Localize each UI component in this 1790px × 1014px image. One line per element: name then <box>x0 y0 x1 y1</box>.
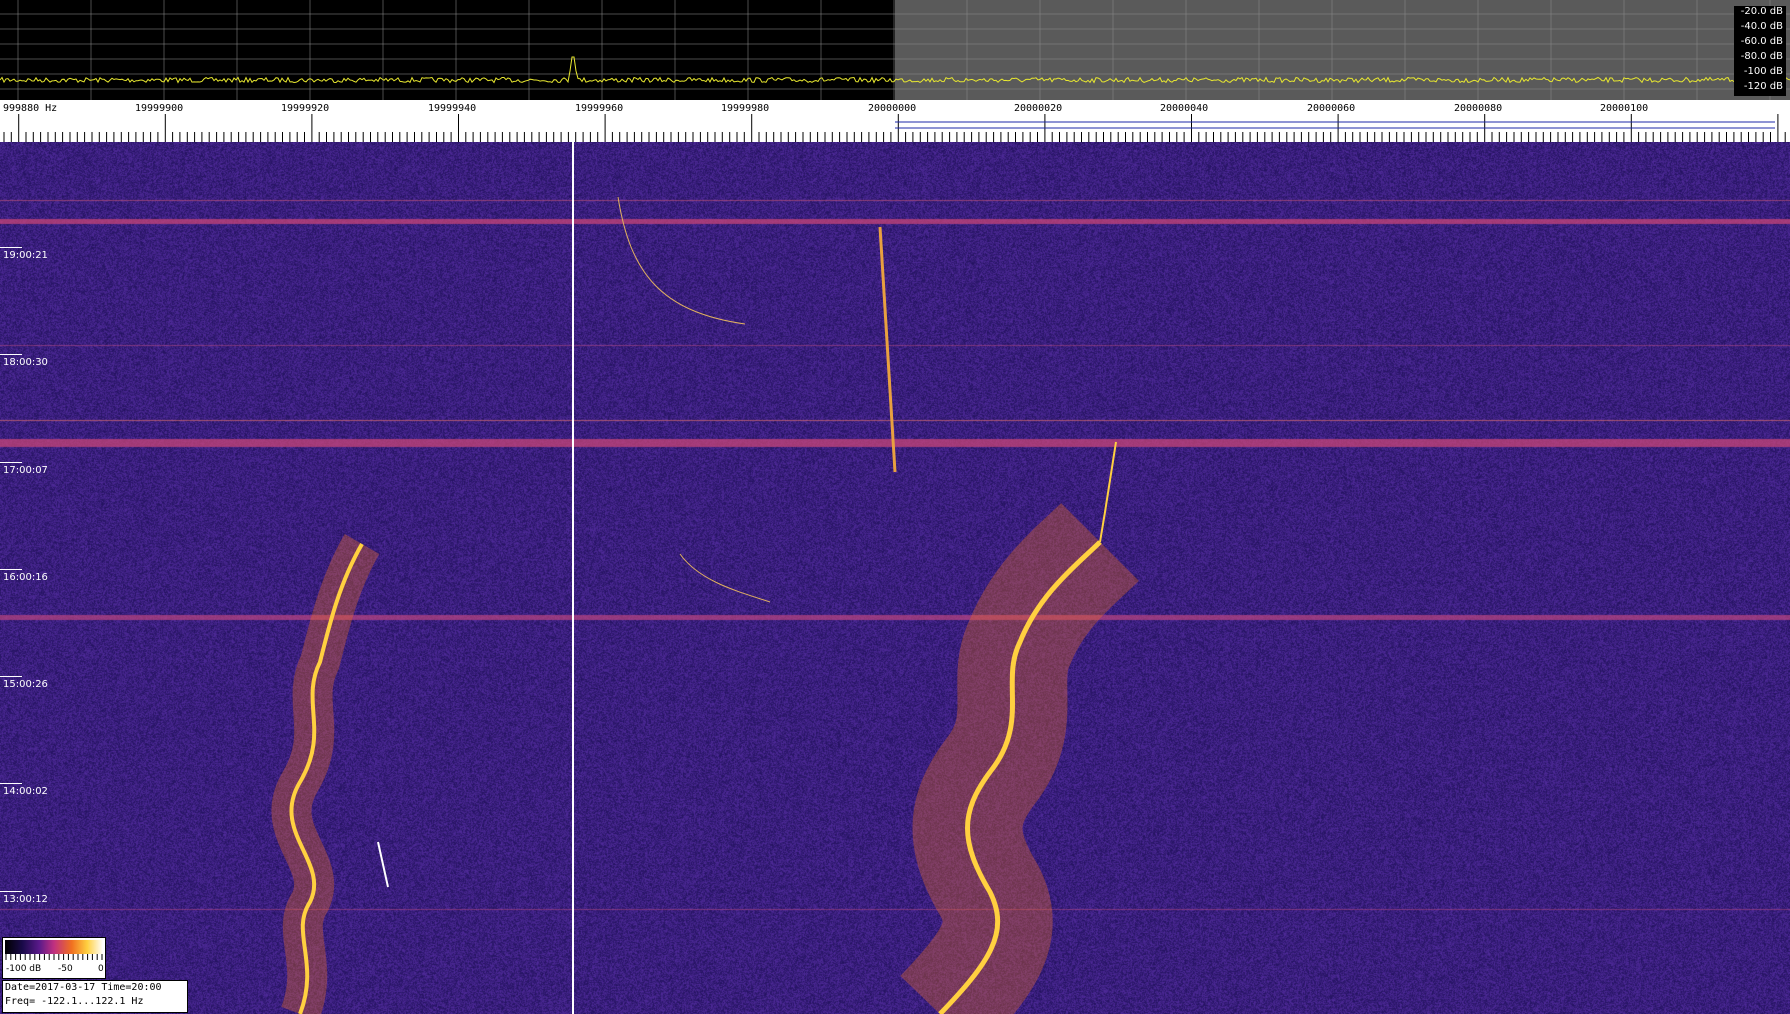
db-label: -100 dB <box>1734 66 1786 81</box>
freq-label: 20000060 <box>1307 103 1356 114</box>
time-tick <box>0 676 22 677</box>
frequency-range-readout: Freq= -122.1...122.1 Hz <box>5 996 144 1007</box>
spectrum-trace <box>0 56 1790 84</box>
spectrum-panel[interactable]: -20.0 dB -40.0 dB -60.0 dB -80.0 dB -100… <box>0 0 1790 100</box>
db-label: -60.0 dB <box>1734 36 1786 51</box>
freq-label: 19999940 <box>428 103 477 114</box>
colorbar-label: 0 <box>98 964 104 974</box>
colorbar-label: -50 <box>58 964 73 974</box>
time-tick <box>0 783 22 784</box>
freq-label: 19999980 <box>721 103 770 114</box>
colorbar-legend: -100 dB -50 0 <box>2 937 106 979</box>
white-streak <box>377 841 389 888</box>
db-label: -20.0 dB <box>1734 6 1786 21</box>
time-label: 17:00:07 <box>3 465 48 476</box>
freq-label: 999880 Hz <box>3 103 58 114</box>
spectrum-plot <box>0 0 1790 100</box>
time-tick <box>0 354 22 355</box>
time-tick <box>0 247 22 248</box>
freq-label: 20000040 <box>1160 103 1209 114</box>
db-label: -40.0 dB <box>1734 21 1786 36</box>
db-label: -120 dB <box>1734 81 1786 96</box>
vertical-signal-trace <box>878 226 897 473</box>
faint-arc-trace <box>679 553 771 603</box>
colorbar-ticks <box>5 954 103 960</box>
freq-label: 20000080 <box>1454 103 1503 114</box>
frequency-ruler[interactable]: 999880 Hz 19999900 19999920 19999940 199… <box>0 100 1790 142</box>
freq-label: 20000000 <box>868 103 917 114</box>
colorbar-label: -100 dB <box>6 964 42 974</box>
db-label: -80.0 dB <box>1734 51 1786 66</box>
time-label: 14:00:02 <box>3 786 48 797</box>
freq-label: 19999900 <box>135 103 184 114</box>
time-label: 16:00:16 <box>3 572 48 583</box>
colorbar-gradient <box>5 940 103 954</box>
info-box: Date=2017-03-17 Time=20:00 Freq= -122.1.… <box>2 980 188 1013</box>
time-tick <box>0 569 22 570</box>
time-label: 18:00:30 <box>3 357 48 368</box>
freq-label: 19999960 <box>575 103 624 114</box>
waterfall-display[interactable]: 19:00:21 18:00:30 17:00:07 16:00:16 15:0… <box>0 142 1790 1014</box>
time-label: 15:00:26 <box>3 679 48 690</box>
freq-label: 20000020 <box>1014 103 1063 114</box>
waterfall-signals <box>271 142 1139 1014</box>
signal-trace-right-tail <box>1099 441 1117 543</box>
date-time-readout: Date=2017-03-17 Time=20:00 <box>5 982 162 993</box>
faint-arc-trace <box>617 196 746 325</box>
time-tick <box>0 462 22 463</box>
freq-label: 20000100 <box>1600 103 1649 114</box>
db-scale: -20.0 dB -40.0 dB -60.0 dB -80.0 dB -100… <box>1734 6 1786 96</box>
signal-glow-right <box>900 502 1139 1014</box>
freq-label: 19999920 <box>281 103 330 114</box>
time-label: 19:00:21 <box>3 250 48 261</box>
time-tick <box>0 891 22 892</box>
time-label: 13:00:12 <box>3 894 48 905</box>
